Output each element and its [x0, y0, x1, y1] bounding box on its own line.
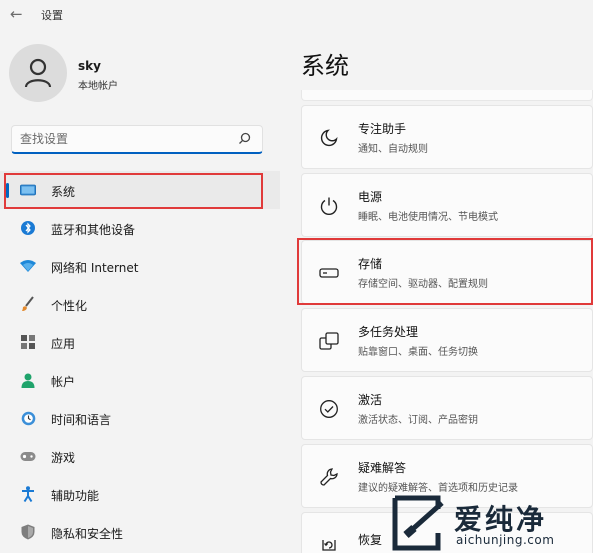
sidebar-item-label: 辅助功能: [51, 489, 100, 503]
watermark-logo-icon: [392, 495, 444, 551]
window-title: 设置: [41, 9, 63, 22]
card-title: 恢复: [358, 533, 383, 547]
sidebar-item-label: 游戏: [51, 451, 76, 465]
sidebar-item-bluetooth[interactable]: 蓝牙和其他设备: [0, 209, 280, 247]
card-title: 专注助手: [358, 122, 407, 136]
sidebar-item-apps[interactable]: 应用: [0, 323, 280, 361]
settings-card-power[interactable]: 电源 睡眠、电池使用情况、节电模式: [301, 173, 593, 237]
search-icon[interactable]: [238, 132, 251, 145]
back-arrow-icon[interactable]: ←: [10, 5, 23, 23]
card-subtitle: 激活状态、订阅、产品密钥: [358, 415, 478, 426]
sidebar-item-label: 隐私和安全性: [51, 527, 124, 541]
sidebar-item-time-language[interactable]: 时间和语言: [0, 399, 280, 437]
recovery-icon: [318, 533, 340, 553]
sidebar-item-label: 网络和 Internet: [51, 261, 139, 275]
sidebar-nav: 系统 蓝牙和其他设备 网络和 Internet 个性化 应用 帐户 时间和语言 …: [0, 171, 280, 551]
card-subtitle: 睡眠、电池使用情况、节电模式: [358, 212, 498, 223]
sidebar-item-system[interactable]: 系统: [0, 171, 280, 209]
sidebar-item-label: 系统: [51, 185, 76, 199]
avatar[interactable]: [9, 44, 67, 102]
shield-icon: [20, 524, 36, 540]
card-subtitle: 贴靠窗口、桌面、任务切换: [358, 347, 478, 358]
multitask-icon: [318, 330, 340, 352]
watermark-url: aichunjing.com: [456, 533, 555, 547]
page-title: 系统: [301, 52, 349, 80]
card-title: 电源: [358, 190, 383, 204]
card-subtitle: 通知、自动规则: [358, 144, 428, 155]
moon-icon: [318, 127, 340, 149]
sidebar-item-privacy-security[interactable]: 隐私和安全性: [0, 513, 280, 551]
user-profile[interactable]: sky 本地帐户: [9, 44, 269, 108]
wifi-icon: [20, 258, 36, 274]
settings-card-storage[interactable]: 存储 存储空间、驱动器、配置规则: [301, 240, 593, 304]
accessibility-icon: [20, 486, 36, 502]
check-circle-icon: [318, 398, 340, 420]
bluetooth-icon: [20, 220, 36, 236]
card-partial[interactable]: [301, 90, 593, 101]
storage-drive-icon: [318, 262, 340, 284]
person-icon: [20, 372, 36, 388]
card-subtitle: 存储空间、驱动器、配置规则: [358, 279, 488, 290]
sidebar-item-accessibility[interactable]: 辅助功能: [0, 475, 280, 513]
watermark: 爱纯净 aichunjing.com: [392, 494, 593, 553]
card-subtitle: 建议的疑难解答、首选项和历史记录: [358, 483, 518, 494]
wrench-icon: [318, 466, 340, 488]
card-title: 激活: [358, 393, 383, 407]
sidebar-item-label: 个性化: [51, 299, 88, 313]
settings-card-activation[interactable]: 激活 激活状态、订阅、产品密钥: [301, 376, 593, 440]
person-icon: [24, 58, 52, 88]
sidebar-item-network[interactable]: 网络和 Internet: [0, 247, 280, 285]
card-title: 存储: [358, 257, 383, 271]
user-account-type: 本地帐户: [78, 81, 118, 92]
card-title: 多任务处理: [358, 325, 419, 339]
settings-card-multitasking[interactable]: 多任务处理 贴靠窗口、桌面、任务切换: [301, 308, 593, 372]
sidebar-item-label: 时间和语言: [51, 413, 112, 427]
watermark-text: 爱纯净: [454, 503, 548, 536]
brush-icon: [20, 296, 36, 312]
user-name: sky: [78, 59, 101, 73]
search-input[interactable]: [12, 126, 232, 152]
sidebar-item-accounts[interactable]: 帐户: [0, 361, 280, 399]
gamepad-icon: [20, 448, 36, 464]
selected-indicator: [6, 183, 9, 198]
clock-globe-icon: [20, 410, 36, 426]
sidebar-item-gaming[interactable]: 游戏: [0, 437, 280, 475]
search-box[interactable]: [11, 125, 263, 154]
sidebar-item-personalization[interactable]: 个性化: [0, 285, 280, 323]
monitor-icon: [20, 182, 36, 198]
apps-icon: [20, 334, 36, 350]
card-title: 疑难解答: [358, 461, 407, 475]
sidebar-item-label: 帐户: [51, 375, 76, 389]
settings-card-focus-assist[interactable]: 专注助手 通知、自动规则: [301, 105, 593, 169]
sidebar-item-label: 蓝牙和其他设备: [51, 223, 136, 237]
power-icon: [318, 195, 340, 217]
sidebar-item-label: 应用: [51, 337, 76, 351]
title-bar: ← 设置: [0, 0, 593, 28]
